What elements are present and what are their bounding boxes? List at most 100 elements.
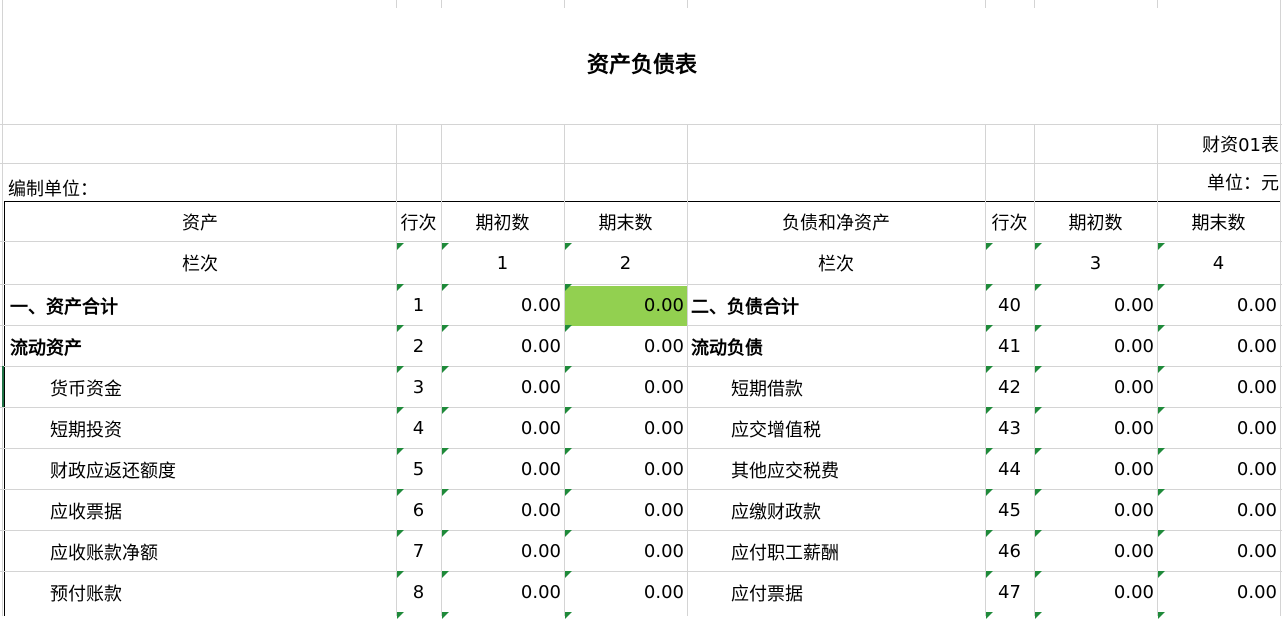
cell-indicator-icon <box>565 325 572 332</box>
org-label-cell[interactable]: 编制单位： <box>2 174 394 202</box>
asset-begin-balance-cell[interactable]: 0.00 <box>441 367 564 408</box>
liability-item-cell[interactable]: 其他应交税费 <box>687 449 985 490</box>
liability-line-no-cell[interactable]: 43 <box>985 408 1034 449</box>
header-assets[interactable]: 资产 <box>4 203 396 241</box>
liability-end-balance-cell[interactable]: 0.00 <box>1157 326 1280 367</box>
header-begin-balance-2[interactable]: 期初数 <box>1034 203 1157 241</box>
unit-label-cell[interactable]: 单位：元 <box>1158 164 1282 200</box>
liability-end-balance-cell[interactable]: 0.00 <box>1157 285 1280 326</box>
column-index-label-2[interactable]: 栏次 <box>687 243 985 283</box>
asset-begin-balance-cell[interactable]: 0.00 <box>441 490 564 531</box>
liability-end-balance-cell[interactable]: 0.00 <box>1157 531 1280 572</box>
asset-item-cell[interactable]: 财政应返还额度 <box>4 449 396 490</box>
header-row-no[interactable]: 行次 <box>396 203 441 241</box>
cell-indicator-icon <box>1158 571 1165 578</box>
cell-indicator-icon <box>565 407 572 414</box>
liability-line-no-cell[interactable]: 41 <box>985 326 1034 367</box>
header-row-no-2[interactable]: 行次 <box>985 203 1034 241</box>
sheet-title[interactable]: 资产负债表 <box>4 2 1280 124</box>
asset-line-no-cell[interactable]: 8 <box>396 572 441 613</box>
liability-line-no-cell[interactable]: 40 <box>985 285 1034 326</box>
asset-line-no-cell[interactable]: 1 <box>396 285 441 326</box>
asset-begin-balance-cell[interactable]: 0.00 <box>441 408 564 449</box>
liability-item-cell[interactable]: 应付票据 <box>687 572 985 613</box>
header-end-balance[interactable]: 期末数 <box>564 203 687 241</box>
asset-end-balance-cell[interactable]: 0.00 <box>564 408 687 449</box>
liability-line-no-cell[interactable]: 46 <box>985 531 1034 572</box>
asset-end-balance-cell[interactable]: 0.00 <box>564 449 687 490</box>
column-index-1[interactable]: 1 <box>441 243 564 283</box>
liability-end-balance-cell[interactable]: 0.00 <box>1157 367 1280 408</box>
cell-indicator-icon <box>1158 448 1165 455</box>
spreadsheet-grid[interactable]: 资产负债表 财资01表 单位：元 编制单位： 资产 行次 期初数 期末数 负债和… <box>0 0 1282 619</box>
liability-item-cell[interactable]: 短期借款 <box>687 367 985 408</box>
liability-line-no-cell[interactable]: 47 <box>985 572 1034 613</box>
liability-item-cell[interactable]: 应交增值税 <box>687 408 985 449</box>
column-index-4[interactable]: 4 <box>1157 243 1280 283</box>
asset-end-balance-cell[interactable]: 0.00 <box>564 367 687 408</box>
liability-end-balance-cell[interactable]: 0.00 <box>1157 449 1280 490</box>
asset-item-cell[interactable]: 应收票据 <box>4 490 396 531</box>
asset-item-cell[interactable]: 一、资产合计 <box>4 285 396 326</box>
liability-item-cell[interactable]: 流动负债 <box>687 326 985 367</box>
asset-begin-balance-cell[interactable]: 0.00 <box>441 572 564 613</box>
header-end-balance-2[interactable]: 期末数 <box>1157 203 1280 241</box>
liability-begin-balance-cell[interactable]: 0.00 <box>1034 367 1157 408</box>
cell-indicator-icon <box>1158 325 1165 332</box>
liability-begin-balance-cell[interactable]: 0.00 <box>1034 490 1157 531</box>
cell-indicator-icon <box>1035 448 1042 455</box>
asset-line-no-cell[interactable]: 2 <box>396 326 441 367</box>
asset-begin-balance-cell[interactable]: 0.00 <box>441 449 564 490</box>
asset-item-cell[interactable]: 应收账款净额 <box>4 531 396 572</box>
header-begin-balance[interactable]: 期初数 <box>441 203 564 241</box>
gridline <box>0 124 1282 125</box>
liability-begin-balance-cell[interactable]: 0.00 <box>1034 449 1157 490</box>
liability-end-balance-cell[interactable]: 0.00 <box>1157 490 1280 531</box>
liability-begin-balance-cell[interactable]: 0.00 <box>1034 531 1157 572</box>
asset-begin-balance-cell[interactable]: 0.00 <box>441 531 564 572</box>
liability-end-balance-cell[interactable]: 0.00 <box>1157 408 1280 449</box>
liability-begin-balance-cell[interactable]: 0.00 <box>1034 572 1157 613</box>
form-number-cell[interactable]: 财资01表 <box>1158 126 1282 162</box>
asset-item-cell[interactable]: 短期投资 <box>4 408 396 449</box>
asset-line-no-cell[interactable]: 3 <box>396 367 441 408</box>
asset-end-balance-cell[interactable]: 0.00 <box>564 285 687 326</box>
asset-end-balance-cell[interactable]: 0.00 <box>564 490 687 531</box>
cell-indicator-icon <box>1035 489 1042 496</box>
liability-begin-balance-cell[interactable]: 0.00 <box>1034 326 1157 367</box>
liability-begin-balance-cell[interactable]: 0.00 <box>1034 285 1157 326</box>
asset-item-cell[interactable]: 流动资产 <box>4 326 396 367</box>
cell-indicator-icon <box>565 530 572 537</box>
asset-item-cell[interactable]: 预付账款 <box>4 572 396 613</box>
asset-line-no-cell[interactable]: 5 <box>396 449 441 490</box>
asset-line-no-cell[interactable]: 7 <box>396 531 441 572</box>
asset-item-cell[interactable]: 货币资金 <box>4 367 396 408</box>
cell-indicator-icon <box>442 407 449 414</box>
asset-begin-balance-cell[interactable]: 0.00 <box>441 285 564 326</box>
cell-indicator-icon <box>1035 571 1042 578</box>
asset-end-balance-cell[interactable]: 0.00 <box>564 572 687 613</box>
cell-indicator-icon <box>442 366 449 373</box>
liability-begin-balance-cell[interactable]: 0.00 <box>1034 408 1157 449</box>
liability-line-no-cell[interactable]: 45 <box>985 490 1034 531</box>
gridline <box>0 241 1282 242</box>
asset-begin-balance-cell[interactable]: 0.00 <box>441 326 564 367</box>
column-index-label[interactable]: 栏次 <box>4 243 396 283</box>
asset-end-balance-cell[interactable]: 0.00 <box>564 326 687 367</box>
liability-line-no-cell[interactable]: 44 <box>985 449 1034 490</box>
liability-item-cell[interactable]: 二、负债合计 <box>687 285 985 326</box>
cell-indicator-icon <box>397 571 404 578</box>
liability-end-balance-cell[interactable]: 0.00 <box>1157 572 1280 613</box>
header-liabilities[interactable]: 负债和净资产 <box>687 203 985 241</box>
column-index-3[interactable]: 3 <box>1034 243 1157 283</box>
cell-indicator-icon <box>1158 407 1165 414</box>
asset-line-no-cell[interactable]: 4 <box>396 408 441 449</box>
cell-indicator-icon <box>397 448 404 455</box>
asset-end-balance-cell[interactable]: 0.00 <box>564 531 687 572</box>
liability-line-no-cell[interactable]: 42 <box>985 367 1034 408</box>
liability-item-cell[interactable]: 应付职工薪酬 <box>687 531 985 572</box>
column-index-2[interactable]: 2 <box>564 243 687 283</box>
liability-item-cell[interactable]: 应缴财政款 <box>687 490 985 531</box>
cell-indicator-icon <box>397 243 404 250</box>
asset-line-no-cell[interactable]: 6 <box>396 490 441 531</box>
